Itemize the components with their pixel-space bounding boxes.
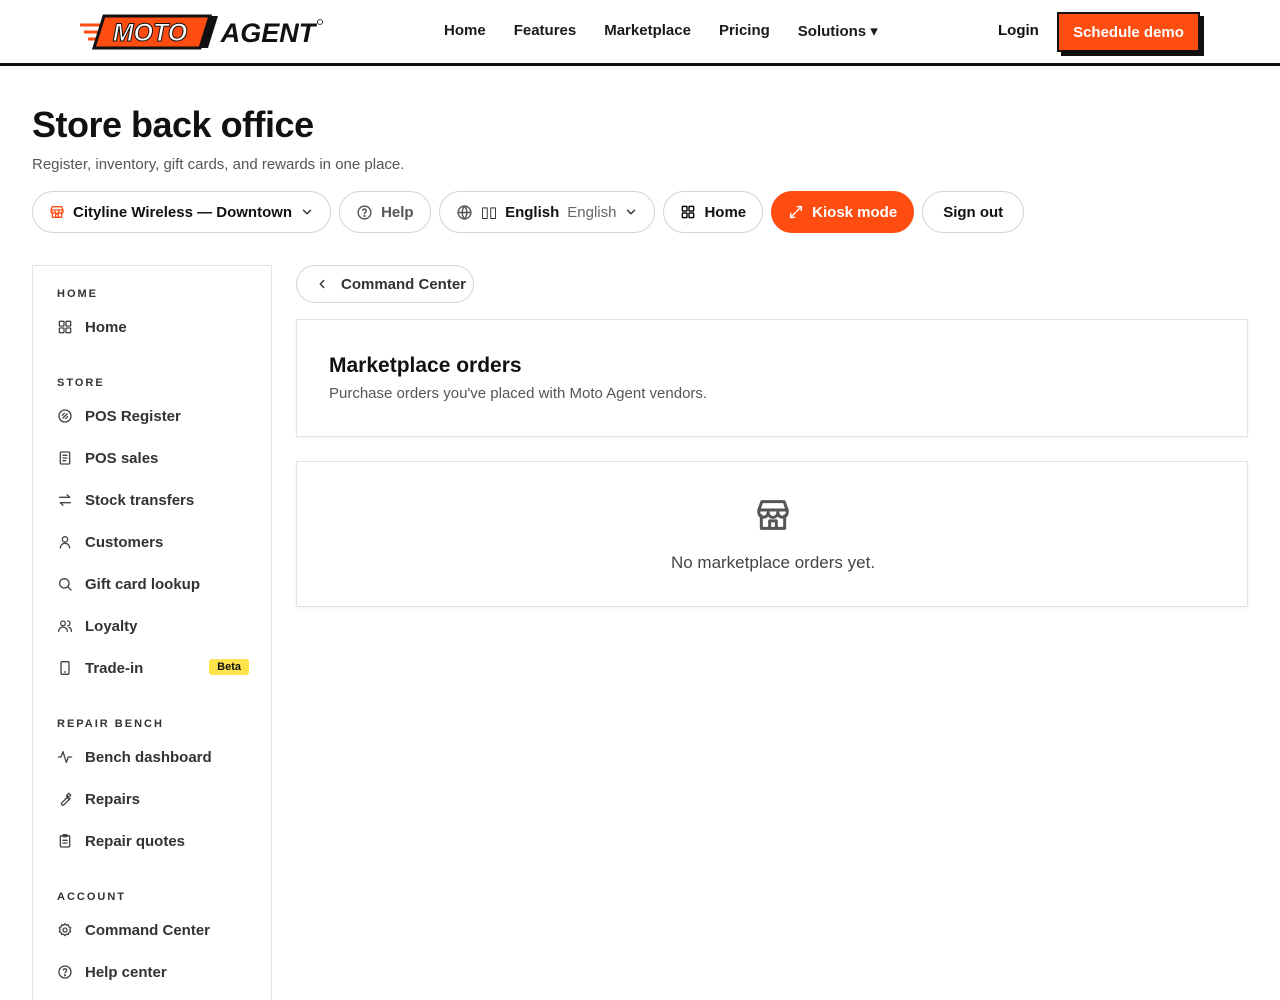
sidebar-item-label: Trade-in <box>85 659 144 677</box>
globe-icon <box>456 204 472 220</box>
sidebar-item-label: Command Center <box>85 921 211 939</box>
chevron-down-icon <box>627 209 636 215</box>
nav-pricing[interactable]: Pricing <box>719 22 770 40</box>
nav-features[interactable]: Features <box>514 22 577 40</box>
user-icon <box>59 536 71 549</box>
sidebar-item-pos-sales[interactable]: POS sales <box>57 444 249 472</box>
page-subtitle: Register, inventory, gift cards, and rew… <box>32 156 405 173</box>
phone-icon <box>60 661 70 675</box>
receipt-icon <box>59 451 71 465</box>
store-icon <box>50 206 64 218</box>
svg-text:MOTO: MOTO <box>113 19 188 47</box>
sidebar-item-loyalty[interactable]: Loyalty <box>57 612 249 640</box>
section-subtitle: Purchase orders you've placed with Moto … <box>329 385 708 402</box>
sidebar-item-label: Stock transfers <box>85 491 195 509</box>
sidebar-item-label: Bench dashboard <box>85 748 212 766</box>
language-flag: ▯▯ <box>480 204 498 221</box>
nav-marketplace[interactable]: Marketplace <box>604 22 691 40</box>
sidebar-item-label: POS Register <box>85 407 181 425</box>
svg-text:AGENT: AGENT <box>220 18 318 48</box>
help-label: Help <box>381 203 414 221</box>
sidebar-section-repair-bench: REPAIR BENCH <box>57 718 164 730</box>
expand-icon <box>790 205 803 219</box>
chevron-left-icon <box>319 279 325 289</box>
sidebar-section-home: HOME <box>57 288 98 300</box>
sidebar-section-account: ACCOUNT <box>57 891 126 903</box>
sign-out-button[interactable]: Sign out <box>922 191 1025 233</box>
language-secondary: English <box>567 203 617 221</box>
moto-agent-logo[interactable]: MOTO AGENT <box>80 12 325 52</box>
kiosk-mode-button[interactable]: Kiosk mode <box>771 191 915 233</box>
help-button[interactable]: Help <box>339 191 431 233</box>
back-label: Command Center <box>341 275 467 293</box>
sidebar-item-label: POS sales <box>85 449 159 467</box>
search-icon <box>58 578 72 591</box>
gear-icon <box>58 923 72 937</box>
schedule-demo-button[interactable]: Schedule demo <box>1057 12 1200 52</box>
empty-state-card: No marketplace orders yet. <box>296 461 1248 607</box>
sidebar-item-trade-in[interactable]: Trade-in Beta <box>57 654 249 682</box>
empty-state-text: No marketplace orders yet. <box>670 553 876 572</box>
store-name: Cityline Wireless — Downtown <box>73 203 293 221</box>
marketplace-orders-header-card: Marketplace orders Purchase orders you'v… <box>296 319 1248 437</box>
chevron-down-icon <box>302 209 312 215</box>
beta-badge: Beta <box>209 659 249 675</box>
toolbar: Cityline Wireless — Downtown Help ▯▯ Eng… <box>32 191 1025 233</box>
sidebar-item-gift-card-lookup[interactable]: Gift card lookup <box>57 570 249 598</box>
language-primary: English <box>505 203 560 221</box>
nav-solutions[interactable]: Solutions ▾ <box>798 22 878 40</box>
sidebar-item-label: Help center <box>85 963 167 981</box>
language-selector[interactable]: ▯▯ English English <box>438 191 656 233</box>
sidebar-item-label: Home <box>85 318 127 336</box>
sidebar-item-pos-register[interactable]: POS Register <box>57 402 249 430</box>
kiosk-label: Kiosk mode <box>812 203 898 221</box>
sidebar-item-home[interactable]: Home <box>57 313 249 341</box>
sidebar: HOME Home STORE POS Register POS sales S… <box>32 265 272 1000</box>
sidebar-item-stock-transfers[interactable]: Stock transfers <box>57 486 249 514</box>
grid-icon <box>58 320 72 334</box>
sidebar-item-command-center[interactable]: Command Center <box>57 916 249 944</box>
back-to-command-center-button[interactable]: Command Center <box>296 265 474 303</box>
activity-icon <box>57 751 73 763</box>
login-link[interactable]: Login <box>998 22 1039 39</box>
home-button[interactable]: Home <box>663 191 764 233</box>
nav-home[interactable]: Home <box>444 22 486 40</box>
store-selector[interactable]: Cityline Wireless — Downtown <box>32 191 332 233</box>
sidebar-item-label: Repair quotes <box>85 832 186 850</box>
wrench-icon <box>60 792 72 806</box>
sidebar-item-label: Loyalty <box>85 617 138 635</box>
register-icon <box>58 409 72 423</box>
nav-links: Home Features Marketplace Pricing Soluti… <box>444 22 878 40</box>
sidebar-section-store: STORE <box>57 377 105 389</box>
clipboard-icon <box>59 834 71 848</box>
sidebar-item-label: Gift card lookup <box>85 575 201 593</box>
sign-out-label: Sign out <box>943 203 1004 221</box>
sidebar-item-label: Repairs <box>85 790 141 808</box>
sidebar-item-customers[interactable]: Customers <box>57 528 249 556</box>
page-title: Store back office <box>32 104 314 145</box>
sidebar-item-help-center[interactable]: Help center <box>57 958 249 986</box>
top-nav: MOTO AGENT Home Features Marketplace Pri… <box>0 0 1280 66</box>
sidebar-item-bench-dashboard[interactable]: Bench dashboard <box>57 743 249 771</box>
home-label: Home <box>704 203 747 221</box>
sidebar-item-label: Customers <box>85 533 164 551</box>
sidebar-item-repairs[interactable]: Repairs <box>57 785 249 813</box>
help-icon <box>357 204 372 220</box>
transfer-icon <box>59 494 71 506</box>
help-icon <box>58 965 72 979</box>
store-icon <box>757 500 789 530</box>
users-icon <box>58 620 72 632</box>
grid-icon <box>682 205 695 219</box>
section-title: Marketplace orders <box>329 354 522 377</box>
sidebar-item-repair-quotes[interactable]: Repair quotes <box>57 827 249 855</box>
